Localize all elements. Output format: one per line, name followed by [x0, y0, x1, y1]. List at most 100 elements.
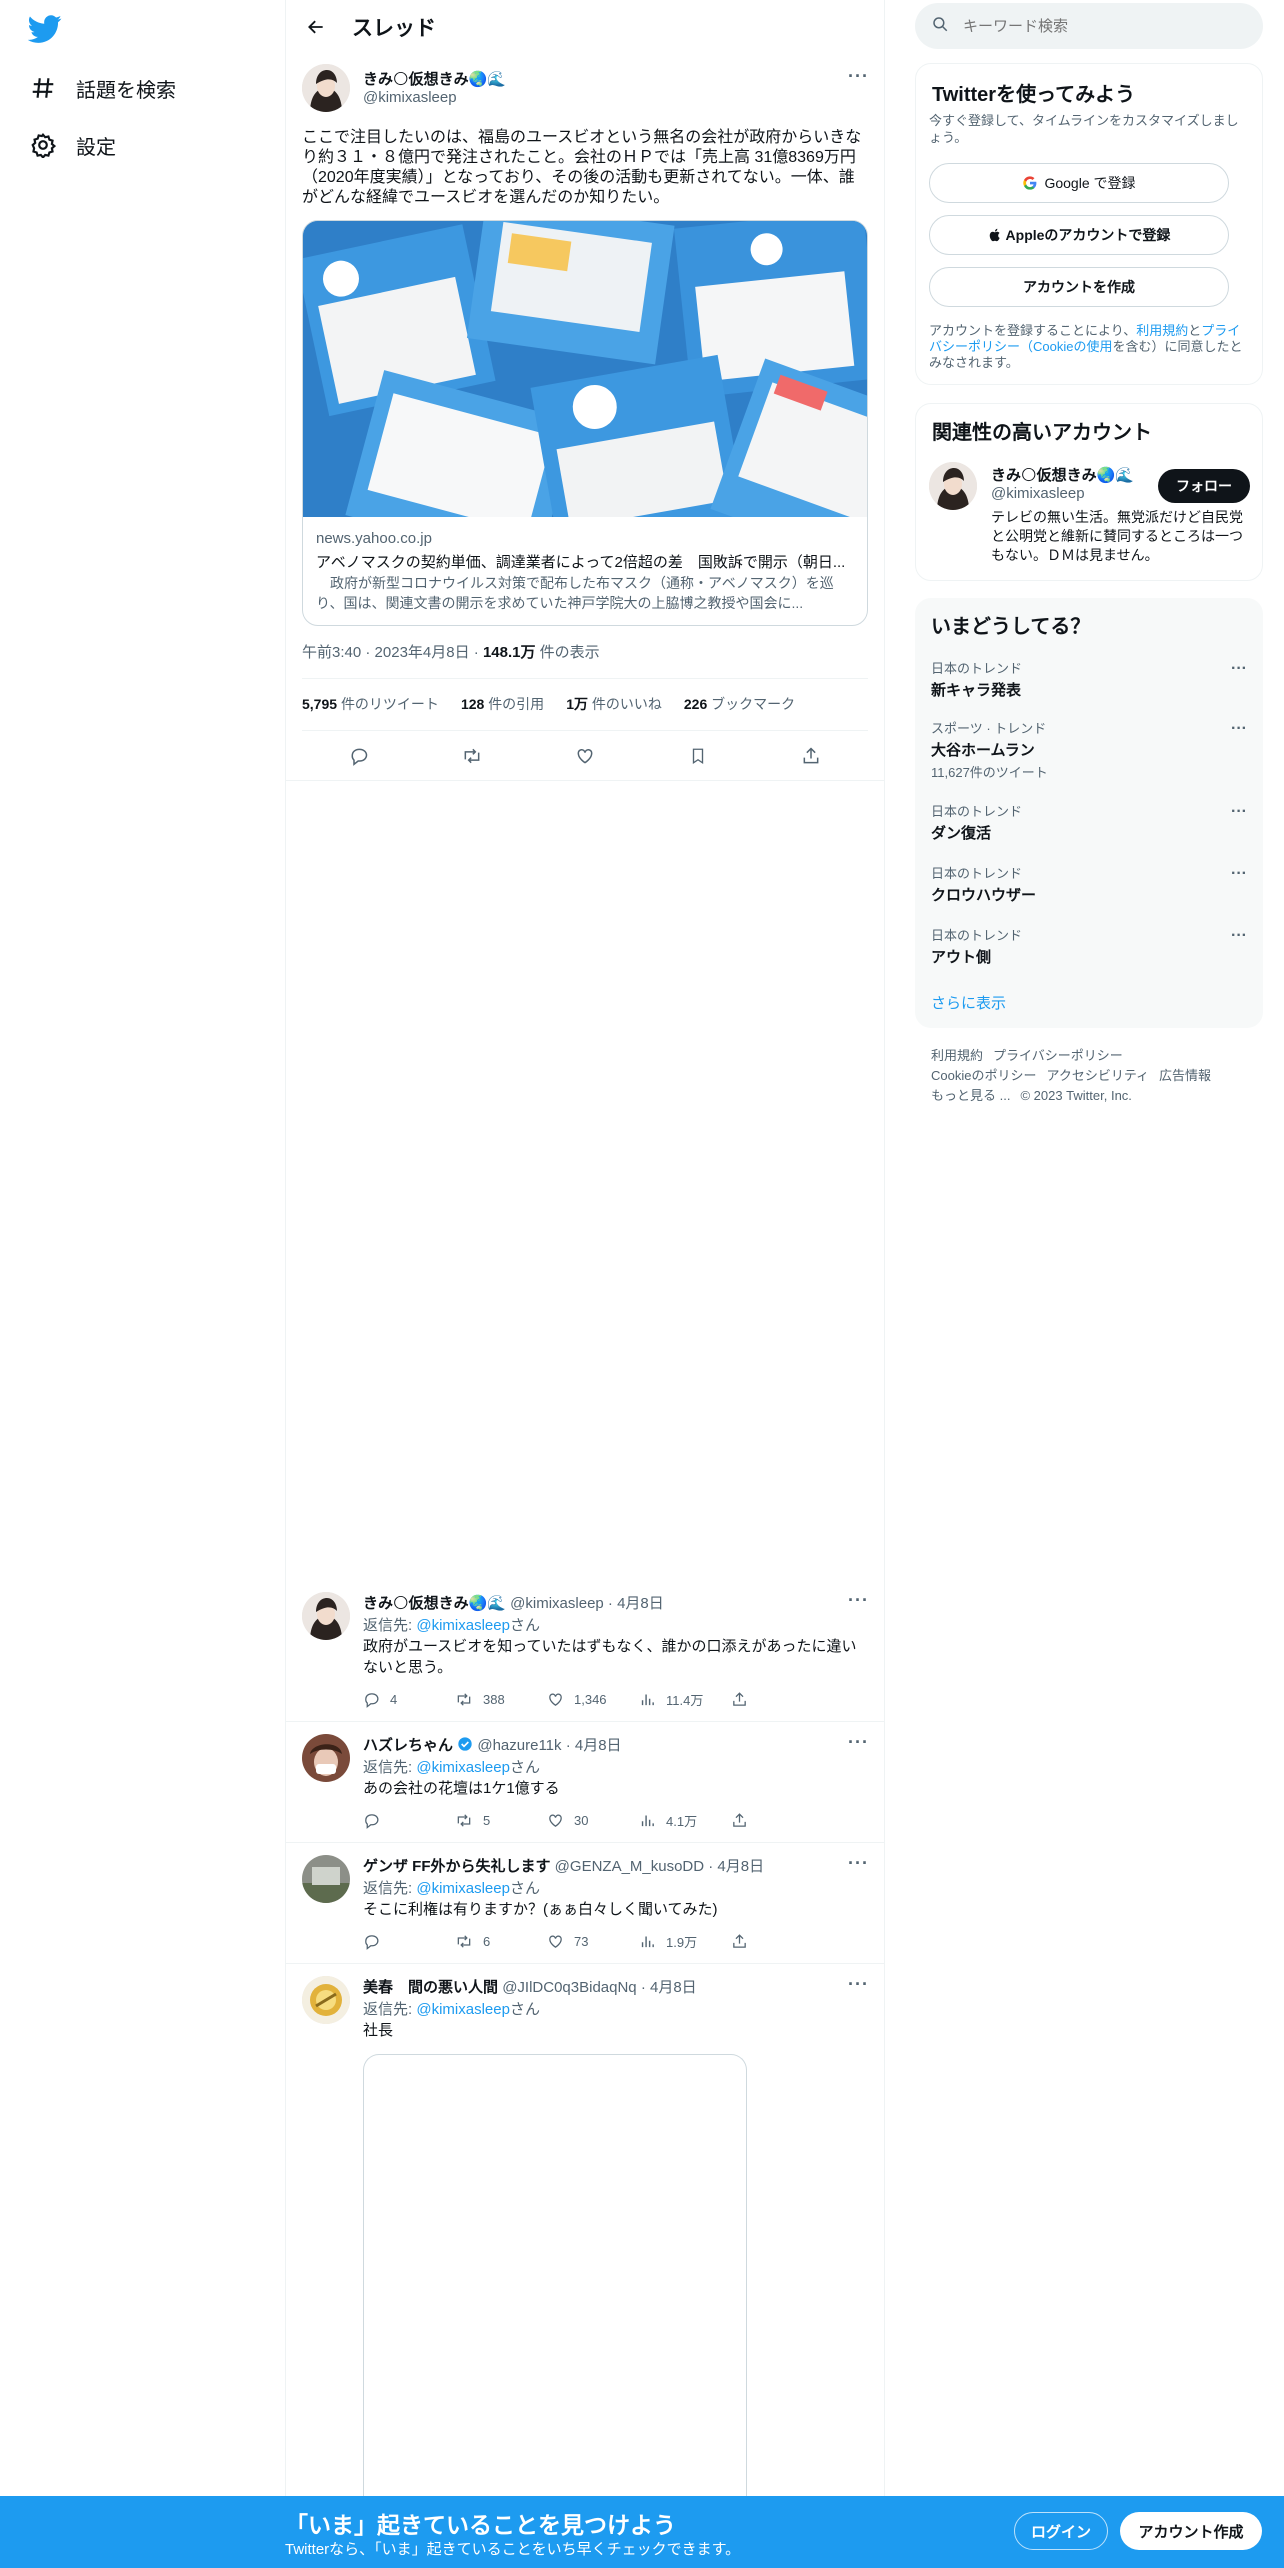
reply-to: 返信先: @kimixasleepさん: [363, 1880, 540, 1897]
tweet-author-handle[interactable]: @kimixasleep: [363, 89, 457, 106]
nav-settings[interactable]: 設定: [28, 125, 116, 165]
reply-button[interactable]: [363, 1933, 455, 1950]
reply-tweet[interactable]: 美春 間の悪い人間 @JIlDC0q3BidaqNq · 4月8日 ··· 返信…: [286, 1964, 884, 2496]
link-card-domain: news.yahoo.co.jp: [316, 530, 432, 547]
like-button[interactable]: 30: [547, 1812, 639, 1829]
avatar[interactable]: [302, 1976, 350, 2024]
footer-privacy[interactable]: プライバシーポリシー: [993, 1048, 1123, 1063]
share-icon[interactable]: [799, 744, 823, 768]
share-icon[interactable]: [731, 1933, 761, 1950]
search-bar[interactable]: [915, 3, 1263, 49]
reply-to: 返信先: @kimixasleepさん: [363, 1617, 540, 1634]
retweet-icon[interactable]: [460, 744, 484, 768]
share-icon[interactable]: [731, 1812, 761, 1829]
link-card[interactable]: news.yahoo.co.jp アベノマスクの契約単価、調達業者によって2倍超…: [302, 220, 868, 626]
avatar[interactable]: [302, 1734, 350, 1782]
like-icon[interactable]: [573, 744, 597, 768]
related-account-name[interactable]: きみ🌕仮想きみ🌏🌊: [991, 464, 1134, 485]
show-more-link[interactable]: さらに表示: [931, 992, 1006, 1013]
apple-icon: [988, 227, 1002, 243]
reply-author[interactable]: きみ🌕仮想きみ🌏🌊 @kimixasleep · 4月8日: [363, 1592, 664, 1613]
apple-signup-button[interactable]: Appleのアカウントで登録: [929, 215, 1229, 255]
trend-item[interactable]: 日本のトレンド クロウハウザー ···: [931, 863, 1247, 905]
hashtag-icon: [28, 73, 58, 103]
avatar[interactable]: [302, 1855, 350, 1903]
retweet-button[interactable]: 5: [455, 1812, 547, 1829]
reply-icon[interactable]: [347, 744, 371, 768]
footer-cookie[interactable]: Cookieのポリシー: [931, 1068, 1036, 1083]
retweet-button[interactable]: 388: [455, 1691, 547, 1708]
views-button[interactable]: 1.9万: [639, 1932, 731, 1951]
reply-tweet[interactable]: ハズレちゃん @hazure11k · 4月8日 ··· 返信先: @kimix…: [286, 1722, 884, 1843]
tweet-time[interactable]: 午前3:40: [302, 644, 361, 661]
views-button[interactable]: 11.4万: [639, 1690, 731, 1709]
like-button[interactable]: 1,346: [547, 1691, 639, 1708]
trend-item[interactable]: スポーツ · トレンド 大谷ホームラン 11,627件のツイート ···: [931, 718, 1247, 781]
reply-media[interactable]: [363, 2054, 747, 2496]
footer-terms[interactable]: 利用規約: [931, 1048, 983, 1063]
more-options-icon[interactable]: ···: [848, 1974, 869, 1995]
nav-explore[interactable]: 話題を検索: [28, 68, 176, 108]
retweet-stat[interactable]: 5,795 件のリツイート: [302, 694, 439, 714]
retweet-button[interactable]: 6: [455, 1933, 547, 1950]
share-icon[interactable]: [731, 1691, 761, 1708]
signup-button[interactable]: アカウント作成: [1120, 2512, 1262, 2550]
quote-stat[interactable]: 128 件の引用: [461, 694, 544, 714]
more-options-icon[interactable]: ···: [848, 1853, 869, 1874]
related-account-handle[interactable]: @kimixasleep: [991, 485, 1085, 502]
tweet-views-label: 件の表示: [539, 644, 600, 661]
related-accounts-panel: 関連性の高いアカウント きみ🌕仮想きみ🌏🌊 @kimixasleep フォロー …: [915, 403, 1263, 581]
more-options-icon[interactable]: ···: [848, 1732, 869, 1753]
trend-item[interactable]: 日本のトレンド 新キャラ発表 ···: [931, 658, 1247, 700]
back-arrow-icon[interactable]: [298, 9, 334, 45]
reply-tweet[interactable]: ゲンザ FF外から失礼します @GENZA_M_kusoDD · 4月8日 ··…: [286, 1843, 884, 1964]
login-button[interactable]: ログイン: [1014, 2512, 1108, 2550]
related-panel-title: 関連性の高いアカウント: [932, 422, 1152, 444]
trend-item[interactable]: 日本のトレンド アウト側 ···: [931, 925, 1247, 967]
avatar[interactable]: [929, 462, 977, 510]
reply-author[interactable]: 美春 間の悪い人間 @JIlDC0q3BidaqNq · 4月8日: [363, 1976, 697, 1997]
like-button[interactable]: 73: [547, 1933, 639, 1950]
bottom-bar-title: 「いま」起きていることを見つけよう: [285, 2512, 676, 2538]
more-options-icon[interactable]: ···: [848, 1590, 869, 1611]
views-button[interactable]: 4.1万: [639, 1811, 731, 1830]
search-icon: [931, 15, 949, 38]
more-options-icon[interactable]: ···: [1231, 720, 1247, 738]
trend-item[interactable]: 日本のトレンド ダン復活 ···: [931, 801, 1247, 843]
footer-more[interactable]: もっと見る ...: [931, 1088, 1010, 1103]
reply-button[interactable]: [363, 1812, 455, 1829]
link-card-description: 政府が新型コロナウイルス対策で配布した布マスク（通称・アベノマスク）を巡り、国は…: [316, 575, 834, 611]
more-options-icon[interactable]: ···: [1231, 803, 1247, 821]
reply-author[interactable]: ハズレちゃん @hazure11k · 4月8日: [363, 1734, 622, 1755]
footer-accessibility[interactable]: アクセシビリティ: [1046, 1068, 1149, 1083]
create-account-button[interactable]: アカウントを作成: [929, 267, 1229, 307]
avatar[interactable]: [302, 1592, 350, 1640]
reply-text: そこに利権は有りますか？(ぁぁ白々しく聞いてみた): [363, 1901, 718, 1918]
bookmark-stat[interactable]: 226 ブックマーク: [684, 694, 795, 714]
reply-button[interactable]: 4: [363, 1691, 455, 1708]
follow-button[interactable]: フォロー: [1158, 469, 1250, 503]
bookmark-icon[interactable]: [686, 744, 710, 768]
thread-header: スレッド: [286, 0, 884, 54]
like-stat[interactable]: 1万 件のいいね: [566, 694, 662, 714]
search-input[interactable]: [963, 17, 1243, 35]
reply-to: 返信先: @kimixasleepさん: [363, 1759, 540, 1776]
signup-panel-subtitle: 今すぐ登録して、タイムラインをカスタマイズしましょう。: [929, 113, 1239, 145]
twitter-logo-icon[interactable]: [27, 12, 62, 46]
reply-tweet[interactable]: きみ🌕仮想きみ🌏🌊 @kimixasleep · 4月8日 ··· 返信先: @…: [286, 1580, 884, 1722]
avatar[interactable]: [302, 64, 350, 112]
more-options-icon[interactable]: ···: [848, 66, 869, 87]
more-options-icon[interactable]: ···: [1231, 927, 1247, 945]
tweet-author-name[interactable]: きみ🌕仮想きみ🌏🌊: [363, 68, 506, 89]
link-card-image: [303, 221, 867, 517]
terms-link[interactable]: 利用規約: [1136, 323, 1188, 338]
tweet-date[interactable]: 2023年4月8日: [375, 644, 470, 661]
tweet-stats: 5,795 件のリツイート 128 件の引用 1万 件のいいね 226 ブックマ…: [302, 694, 795, 714]
google-signup-button[interactable]: Google で登録: [929, 163, 1229, 203]
page-title: スレッド: [352, 17, 436, 40]
more-options-icon[interactable]: ···: [1231, 660, 1247, 678]
right-sidebar: Twitterを使ってみよう 今すぐ登録して、タイムラインをカスタマイズしましょ…: [915, 0, 1265, 2568]
footer-ads[interactable]: 広告情報: [1159, 1068, 1211, 1083]
reply-author[interactable]: ゲンザ FF外から失礼します @GENZA_M_kusoDD · 4月8日: [363, 1855, 764, 1876]
more-options-icon[interactable]: ···: [1231, 865, 1247, 883]
